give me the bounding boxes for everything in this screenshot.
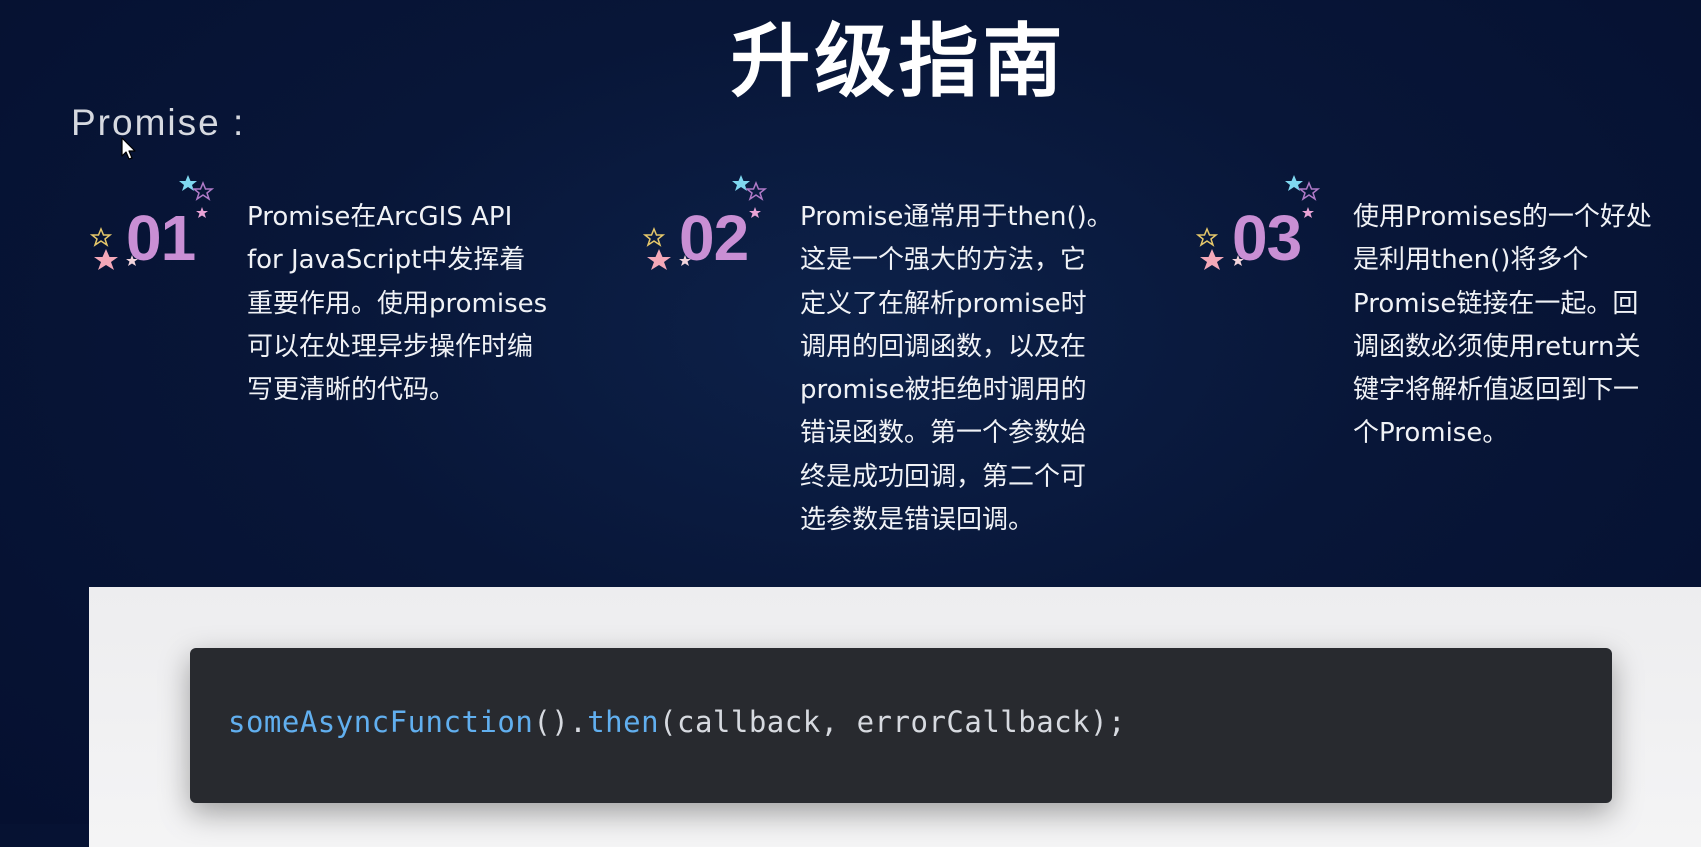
mouse-pointer-icon — [121, 137, 136, 160]
code-block: someAsyncFunction().then(callback, error… — [190, 648, 1612, 803]
item-number: 02 — [679, 202, 749, 274]
item-description: 使用Promises的一个好处 是利用then()将多个 Promise链接在一… — [1353, 202, 1652, 449]
slide-title: 升级指南 — [730, 15, 1067, 108]
item-number: 03 — [1232, 202, 1302, 274]
code-arguments: (callback, errorCallback); — [659, 705, 1126, 739]
number-badge: 03 — [1196, 175, 1346, 285]
number-badge: 01 — [90, 175, 240, 285]
code-line: someAsyncFunction().then(callback, error… — [228, 702, 1126, 742]
number-badge: 02 — [643, 175, 793, 285]
item-number: 01 — [126, 202, 196, 274]
code-call-parens: (). — [533, 705, 588, 739]
item-description: Promise在ArcGIS API for JavaScript中发挥着 重要… — [247, 202, 548, 406]
code-function-name: someAsyncFunction — [228, 705, 534, 739]
section-label: Promise : — [71, 102, 246, 143]
code-method-name: then — [587, 705, 660, 739]
item-description: Promise通常用于then()。 这是一个强大的方法，它 定义了在解析pro… — [800, 202, 1113, 536]
